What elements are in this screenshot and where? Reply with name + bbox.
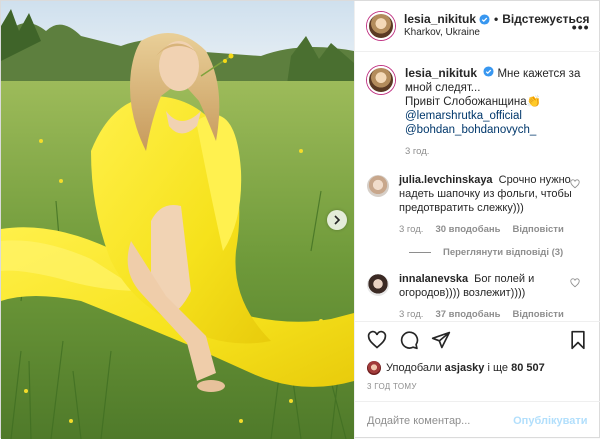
header-line: lesia_nikituk • Відстежується [404, 12, 590, 26]
add-comment-bar: Опублікувати [355, 401, 600, 439]
caption-avatar[interactable] [367, 66, 395, 94]
author-avatar[interactable] [367, 12, 395, 40]
header-text: lesia_nikituk • Відстежується Kharkov, U… [404, 12, 590, 40]
liker-avatar[interactable] [367, 361, 381, 375]
mention-lemarshrutka[interactable]: @lemarshrutka_official [405, 110, 522, 122]
photo-illustration [1, 1, 354, 439]
comment-icon[interactable] [399, 330, 419, 350]
likes-prefix: Уподобали [386, 362, 442, 374]
post-time-ago[interactable]: 3 ГОД ТОМУ [367, 382, 588, 391]
replies-divider [409, 252, 431, 253]
separator-dot: • [494, 12, 499, 26]
caption: lesia_nikituk Мне кажется за мной следят… [367, 66, 588, 159]
caption-line2: Привіт Слобожанщина [405, 96, 527, 108]
actions-section: Уподобали asjasky і ще 80 507 3 ГОД ТОМУ [355, 321, 600, 401]
likes-mid: і ще [487, 362, 509, 374]
clapping-emoji: 👏 [526, 96, 542, 108]
post-modal: lesia_nikituk • Відстежується Kharkov, U… [0, 0, 600, 439]
action-bar [367, 322, 588, 358]
comments-list: lesia_nikituk Мне кажется за мной следят… [355, 52, 600, 321]
likes-count[interactable]: 80 507 [511, 362, 545, 374]
view-replies-button[interactable]: Переглянути відповіді (3) [409, 247, 588, 258]
caption-time[interactable]: 3 год. [405, 145, 429, 159]
comment-likes[interactable]: 30 вподобань [435, 223, 500, 237]
chevron-right-icon [334, 215, 341, 225]
comment-author[interactable]: innalanevska [399, 273, 468, 285]
comment-item: julia.levchinskaya Срочно нужно надеть ш… [367, 173, 588, 237]
comment-body: innalanevska Бог полей и огородов)))) во… [399, 272, 574, 321]
heart-icon[interactable] [569, 278, 580, 288]
post-header: lesia_nikituk • Відстежується Kharkov, U… [355, 1, 600, 52]
verified-icon [479, 13, 490, 25]
commenter-avatar[interactable] [367, 274, 389, 296]
reply-button[interactable]: Відповісти [512, 223, 563, 237]
caption-body: lesia_nikituk Мне кажется за мной следят… [405, 66, 588, 159]
publish-button[interactable]: Опублікувати [513, 415, 587, 427]
comment-time[interactable]: 3 год. [399, 308, 423, 321]
comment-author[interactable]: julia.levchinskaya [399, 174, 493, 186]
commenter-avatar[interactable] [367, 175, 389, 197]
comment-body: julia.levchinskaya Срочно нужно надеть ш… [399, 173, 574, 237]
liker-username[interactable]: asjasky [445, 362, 485, 374]
likes-summary: Уподобали asjasky і ще 80 507 [367, 358, 588, 378]
bookmark-icon[interactable] [568, 330, 588, 350]
comment-meta: 3 год. 30 вподобань Відповісти [399, 223, 574, 237]
share-icon[interactable] [431, 330, 451, 350]
more-options-button[interactable]: ••• [572, 19, 590, 35]
post-photo[interactable] [1, 1, 354, 439]
location-link[interactable]: Kharkov, Ukraine [404, 26, 590, 40]
comment-time[interactable]: 3 год. [399, 223, 423, 237]
comment-meta: 3 год. 37 вподобань Відповісти [399, 308, 574, 321]
reply-button[interactable]: Відповісти [512, 308, 563, 321]
verified-icon [483, 66, 494, 77]
caption-meta: 3 год. [405, 145, 588, 159]
view-replies-label: Переглянути відповіді (3) [443, 247, 564, 258]
author-username[interactable]: lesia_nikituk [404, 12, 476, 26]
post-sidebar: lesia_nikituk • Відстежується Kharkov, U… [354, 1, 600, 439]
caption-author[interactable]: lesia_nikituk [405, 66, 477, 80]
mention-bohdan[interactable]: @bohdan_bohdanovych_ [405, 124, 536, 136]
like-heart-icon[interactable] [367, 330, 387, 350]
comment-item: innalanevska Бог полей и огородов)))) во… [367, 272, 588, 321]
heart-icon[interactable] [569, 179, 580, 189]
comment-likes[interactable]: 37 вподобань [435, 308, 500, 321]
comment-input[interactable] [367, 414, 514, 427]
next-photo-button[interactable] [327, 210, 347, 230]
